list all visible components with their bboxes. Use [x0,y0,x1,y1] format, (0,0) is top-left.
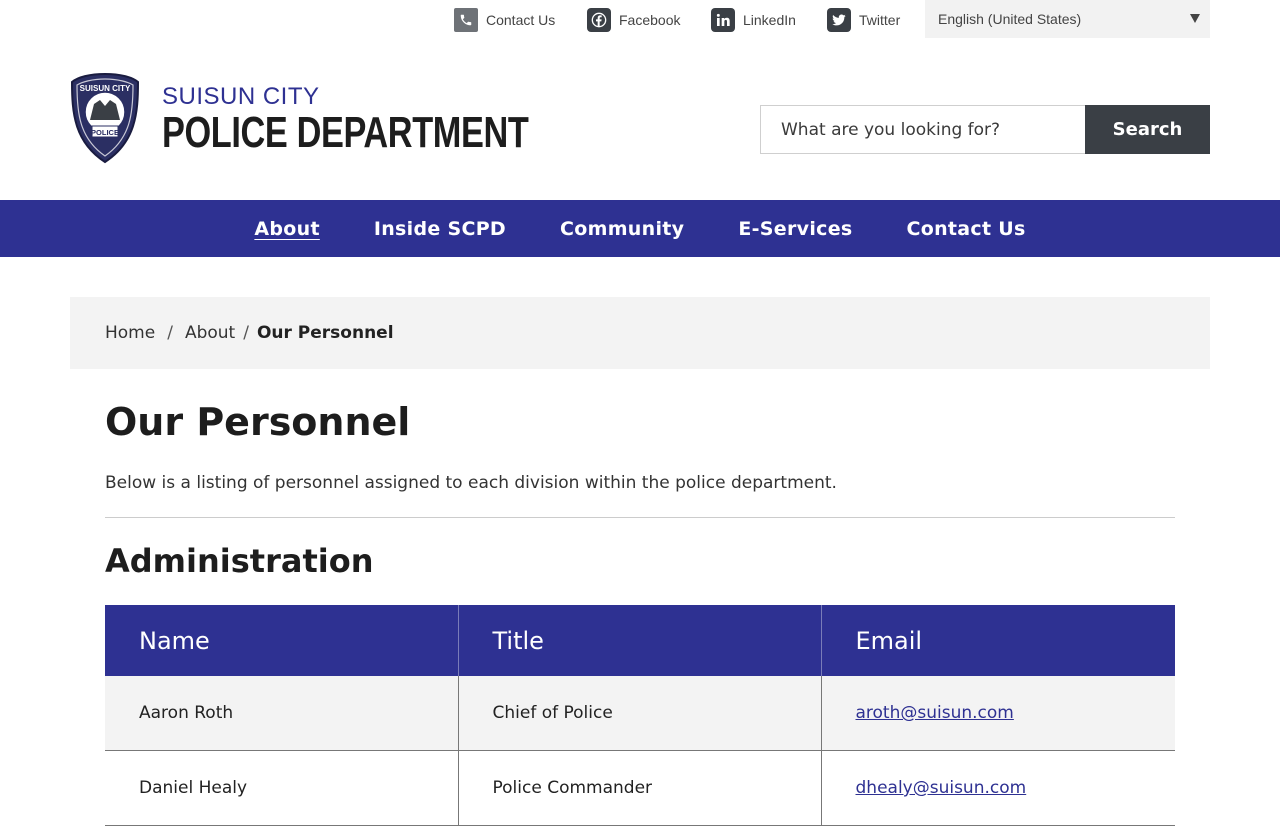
contact-us-link[interactable]: Contact Us [454,8,555,32]
main-nav: About Inside SCPD Community E-Services C… [0,200,1280,257]
twitter-label: Twitter [859,12,901,28]
phone-icon [454,8,478,32]
badge-top-text: SUISUN CITY [80,84,131,93]
twitter-link[interactable]: Twitter [827,8,900,32]
breadcrumb-current: Our Personnel [256,323,394,343]
main-content: Our Personnel Below is a listing of pers… [105,390,1175,826]
facebook-link[interactable]: Facebook [587,8,680,32]
page-intro: Below is a listing of personnel assigned… [105,473,837,493]
search-button[interactable]: Search [1085,105,1210,154]
logo-department: POLICE DEPARTMENT [162,108,529,157]
language-select-value: English (United States) [938,11,1082,27]
nav-about[interactable]: About [254,218,319,240]
personnel-table: Name Title Email Aaron Roth Chief of Pol… [105,605,1175,826]
nav-e-services[interactable]: E-Services [738,218,852,240]
column-header-email: Email [820,605,1175,676]
column-header-title: Title [457,605,821,676]
utility-bar: Contact Us Facebook LinkedIn Twitter Eng… [0,0,1280,40]
breadcrumb-separator: / [243,323,249,343]
cell-name: Daniel Healy [105,750,458,826]
nav-community[interactable]: Community [560,218,684,240]
site-search: Search [760,105,1210,154]
cell-title: Chief of Police [457,676,821,751]
column-header-name: Name [105,605,458,676]
linkedin-icon [711,8,735,32]
cell-email: aroth@suisun.com [820,676,1175,751]
nav-contact-us[interactable]: Contact Us [907,218,1026,240]
site-logo[interactable]: SUISUN CITY POLICE SUISUN CITY POLICE DE… [70,72,529,164]
police-badge-icon: SUISUN CITY POLICE [70,72,140,164]
divider [105,517,1175,518]
breadcrumb-about[interactable]: About [185,323,235,343]
section-title-administration: Administration [105,542,374,580]
table-row: Aaron Roth Chief of Police aroth@suisun.… [105,676,1175,751]
table-row: Daniel Healy Police Commander dhealy@sui… [105,750,1175,826]
chevron-down-icon [1190,14,1200,23]
nav-inside-scpd[interactable]: Inside SCPD [374,218,506,240]
cell-email: dhealy@suisun.com [820,750,1175,826]
badge-bottom-text: POLICE [91,128,119,137]
breadcrumb: Home / About / Our Personnel [70,297,1210,369]
cell-title: Police Commander [457,750,821,826]
language-select[interactable]: English (United States) [925,0,1210,38]
facebook-label: Facebook [619,12,681,28]
twitter-icon [827,8,851,32]
linkedin-label: LinkedIn [743,12,796,28]
facebook-icon [587,8,611,32]
breadcrumb-home[interactable]: Home [105,323,155,343]
email-link[interactable]: aroth@suisun.com [856,703,1014,723]
contact-us-label: Contact Us [486,12,556,28]
search-input[interactable] [760,105,1085,154]
linkedin-link[interactable]: LinkedIn [711,8,796,32]
logo-text: SUISUN CITY POLICE DEPARTMENT [162,84,632,156]
breadcrumb-separator: / [167,323,173,343]
cell-name: Aaron Roth [105,676,458,751]
table-header-row: Name Title Email [105,605,1175,676]
email-link[interactable]: dhealy@suisun.com [856,778,1027,798]
page-title: Our Personnel [105,400,411,444]
logo-city: SUISUN CITY [162,83,320,110]
